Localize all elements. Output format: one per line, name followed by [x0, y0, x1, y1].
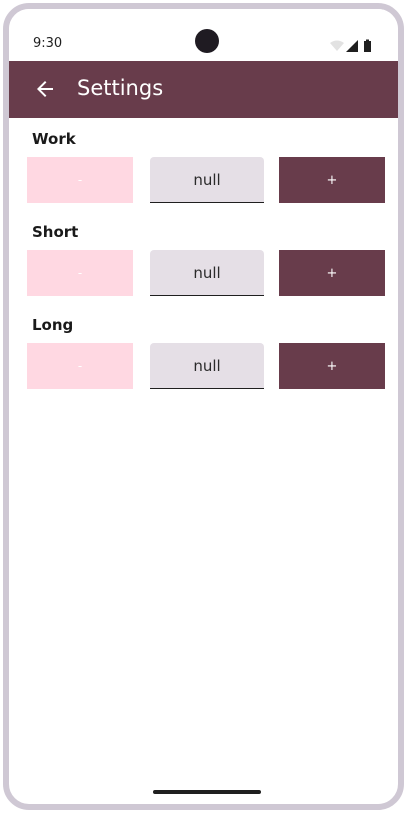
section-work: Work - null +: [9, 130, 398, 210]
battery-icon: [364, 41, 371, 52]
app-bar: Settings: [9, 61, 398, 118]
page-title: Settings: [77, 76, 164, 100]
section-label: Long: [32, 316, 74, 334]
value-field[interactable]: null: [150, 250, 264, 296]
section-long: Long - null +: [9, 316, 398, 396]
status-icons: [330, 39, 371, 52]
increment-button[interactable]: +: [279, 250, 385, 296]
battery-tip-icon: [366, 39, 369, 41]
camera-cutout: [195, 29, 219, 53]
wifi-icon: [330, 40, 344, 51]
value-field[interactable]: null: [150, 157, 264, 203]
status-time: 9:30: [33, 36, 63, 51]
phone-frame: 9:30 Settings Work - null + Short - null…: [3, 3, 404, 810]
value-field[interactable]: null: [150, 343, 264, 389]
decrement-button[interactable]: -: [27, 250, 133, 296]
signal-icon: [346, 40, 358, 52]
increment-button[interactable]: +: [279, 157, 385, 203]
status-bar: 9:30: [9, 9, 398, 61]
section-short: Short - null +: [9, 223, 398, 303]
increment-button[interactable]: +: [279, 343, 385, 389]
decrement-button[interactable]: -: [27, 343, 133, 389]
home-indicator[interactable]: [153, 790, 261, 794]
section-label: Short: [32, 223, 79, 241]
section-label: Work: [32, 130, 76, 148]
decrement-button[interactable]: -: [27, 157, 133, 203]
arrow-back-icon[interactable]: [33, 77, 57, 101]
